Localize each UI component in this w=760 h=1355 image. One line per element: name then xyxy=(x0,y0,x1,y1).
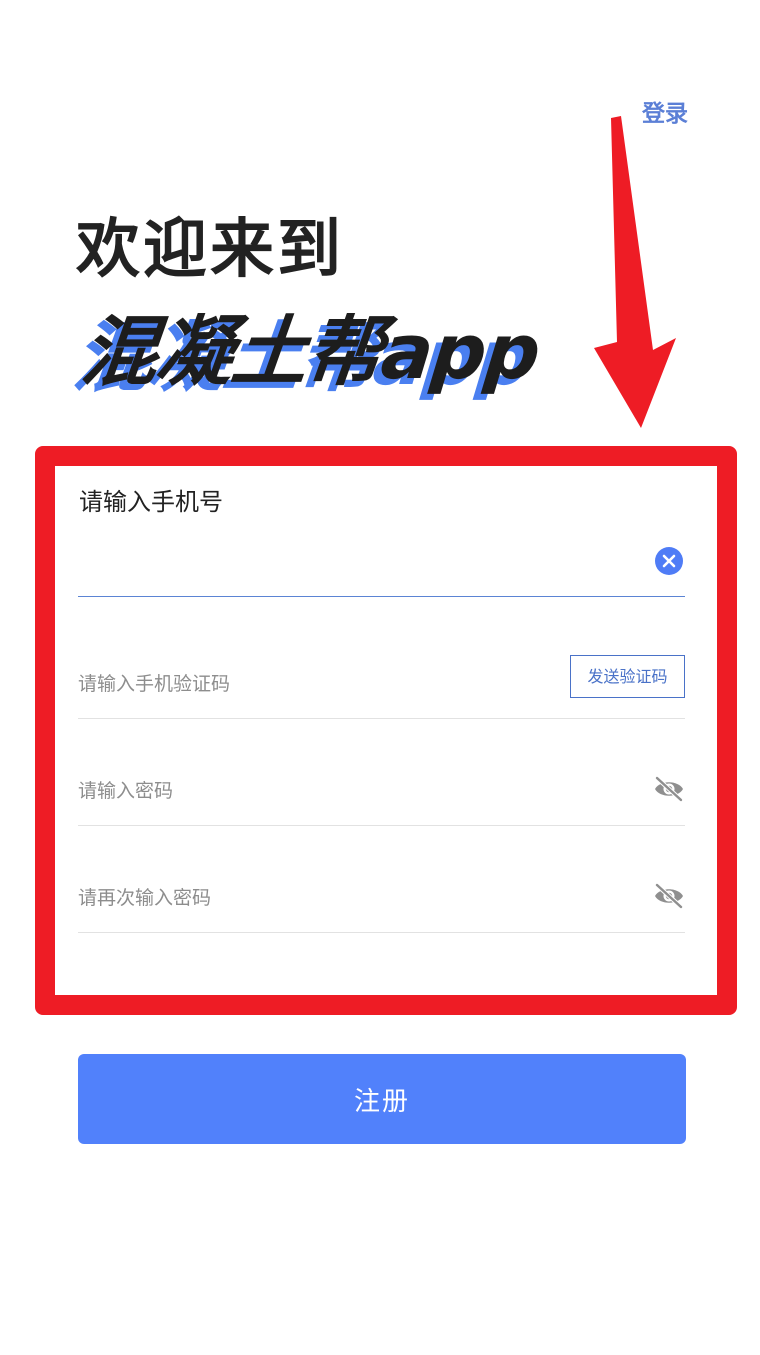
confirm-password-row xyxy=(78,862,685,933)
sms-code-input[interactable] xyxy=(78,666,538,702)
login-link[interactable]: 登录 xyxy=(630,96,700,132)
phone-input[interactable] xyxy=(78,538,638,584)
brand-title: 混凝土帮app 混凝土帮app xyxy=(69,304,618,404)
clear-icon[interactable] xyxy=(655,547,683,575)
phone-label: 请输入手机号 xyxy=(79,488,223,516)
register-button[interactable]: 注册 xyxy=(78,1054,686,1144)
sms-code-row: 发送验证码 xyxy=(78,648,685,719)
welcome-heading: 欢迎来到 xyxy=(76,213,344,287)
eye-off-icon[interactable] xyxy=(653,775,685,803)
password-row xyxy=(78,755,685,826)
send-code-button[interactable]: 发送验证码 xyxy=(570,655,685,698)
brand-title-text: 混凝土帮app xyxy=(77,307,544,396)
confirm-password-input[interactable] xyxy=(78,880,538,916)
password-input[interactable] xyxy=(78,773,538,809)
phone-underline xyxy=(78,596,685,597)
eye-off-icon[interactable] xyxy=(653,882,685,910)
